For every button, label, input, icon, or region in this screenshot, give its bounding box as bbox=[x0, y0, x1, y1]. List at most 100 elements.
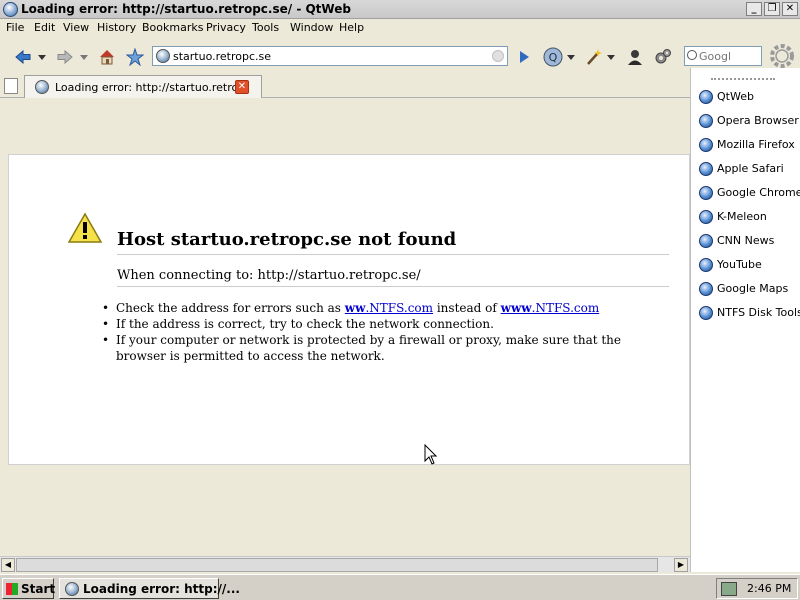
bookmark-safari[interactable]: Apple Safari bbox=[699, 160, 799, 178]
gear-icon[interactable] bbox=[769, 43, 795, 69]
network-tray-icon[interactable] bbox=[721, 582, 737, 596]
globe-icon bbox=[699, 210, 713, 224]
taskbar-item-qtweb[interactable]: Loading error: http://... bbox=[59, 578, 240, 599]
menu-tools[interactable]: Tools bbox=[252, 21, 279, 34]
bookmark-cnn[interactable]: CNN News bbox=[699, 232, 799, 250]
list-item: Check the address for errors such as ww.… bbox=[100, 300, 670, 316]
bookmark-firefox[interactable]: Mozilla Firefox bbox=[699, 136, 799, 154]
minimize-button[interactable]: _ bbox=[746, 2, 762, 16]
qtweb-app-icon bbox=[3, 2, 18, 17]
globe-icon bbox=[699, 186, 713, 200]
system-tray: 2:46 PM bbox=[716, 578, 798, 599]
tab-loading-error[interactable]: Loading error: http://startuo.retro... ✕ bbox=[24, 75, 262, 98]
bookmark-label: K-Meleon bbox=[717, 210, 767, 223]
link1-rest: .NTFS.com bbox=[365, 301, 434, 315]
globe-icon bbox=[699, 138, 713, 152]
link2-rest: .NTFS.com bbox=[531, 301, 600, 315]
menu-view[interactable]: View bbox=[63, 21, 89, 34]
globe-icon bbox=[699, 282, 713, 296]
link1-bold: ww bbox=[344, 301, 366, 315]
back-dropdown-icon[interactable] bbox=[36, 48, 48, 66]
link2-bold: www bbox=[500, 301, 532, 315]
forward-arrow-icon[interactable] bbox=[56, 48, 74, 66]
correct-example-link[interactable]: www.NTFS.com bbox=[501, 301, 600, 315]
bookmark-label: Google Maps bbox=[717, 282, 789, 295]
menu-bookmarks[interactable]: Bookmarks bbox=[142, 21, 203, 34]
bookmark-label: Apple Safari bbox=[717, 162, 784, 175]
bookmark-label: QtWeb bbox=[717, 90, 754, 103]
search-icon bbox=[687, 50, 697, 60]
panel-grip[interactable] bbox=[711, 78, 775, 80]
stop-loading-icon[interactable] bbox=[492, 50, 504, 62]
qtweb-menu-icon[interactable]: Q bbox=[543, 47, 563, 67]
taskbar: Start Loading error: http://... 2:46 PM bbox=[0, 574, 800, 600]
qtweb-dropdown-icon[interactable] bbox=[565, 48, 577, 66]
bookmark-qtweb[interactable]: QtWeb bbox=[699, 88, 799, 106]
error-title: Host startuo.retropc.se not found bbox=[117, 229, 669, 255]
bookmark-youtube[interactable]: YouTube bbox=[699, 256, 799, 274]
windows-logo-icon bbox=[6, 583, 18, 595]
bookmark-label: CNN News bbox=[717, 234, 775, 247]
bookmark-opera[interactable]: Opera Browser bbox=[699, 112, 799, 130]
globe-icon bbox=[699, 306, 713, 320]
bookmark-label: NTFS Disk Tools bbox=[717, 306, 800, 319]
go-arrow-icon[interactable] bbox=[515, 48, 533, 66]
bookmark-label: Mozilla Firefox bbox=[717, 138, 795, 151]
menu-edit[interactable]: Edit bbox=[34, 21, 55, 34]
scroll-left-icon[interactable]: ◀ bbox=[1, 558, 15, 572]
bullet1-middle: instead of bbox=[433, 301, 501, 315]
menu-file[interactable]: File bbox=[6, 21, 24, 34]
home-icon[interactable] bbox=[98, 48, 116, 66]
maximize-button[interactable]: ❐ bbox=[764, 2, 780, 16]
start-label: Start bbox=[21, 582, 56, 596]
error-subtitle: When connecting to: http://startuo.retro… bbox=[117, 268, 669, 287]
bookmark-google-maps[interactable]: Google Maps bbox=[699, 280, 799, 298]
address-bar[interactable] bbox=[152, 46, 508, 66]
private-user-icon[interactable] bbox=[626, 48, 644, 66]
tab-close-icon[interactable]: ✕ bbox=[235, 80, 249, 94]
bookmark-label: Google Chrome bbox=[717, 186, 800, 199]
svg-text:Q: Q bbox=[549, 51, 558, 64]
tab-globe-icon bbox=[35, 80, 49, 94]
menu-history[interactable]: History bbox=[97, 21, 136, 34]
scroll-thumb[interactable] bbox=[16, 558, 658, 572]
error-suggestions: Check the address for errors such as ww.… bbox=[100, 300, 670, 364]
tab-bar: Loading error: http://startuo.retro... ✕ bbox=[0, 74, 690, 98]
globe-icon bbox=[699, 90, 713, 104]
magic-wand-icon[interactable] bbox=[585, 48, 603, 66]
bookmarks-panel: QtWeb Opera Browser Mozilla Firefox Appl… bbox=[690, 68, 800, 572]
bookmark-label: Opera Browser bbox=[717, 114, 799, 127]
bookmark-chrome[interactable]: Google Chrome bbox=[699, 184, 800, 202]
mouse-cursor-icon bbox=[424, 444, 438, 465]
menu-bar: File Edit View History Bookmarks Privacy… bbox=[0, 19, 800, 38]
wand-dropdown-icon[interactable] bbox=[605, 48, 617, 66]
warning-icon bbox=[68, 212, 102, 243]
close-button[interactable]: ✕ bbox=[782, 2, 798, 16]
bullet1-prefix: Check the address for errors such as bbox=[116, 301, 345, 315]
back-arrow-icon[interactable] bbox=[14, 48, 32, 66]
menu-privacy[interactable]: Privacy bbox=[206, 21, 246, 34]
menu-window[interactable]: Window bbox=[290, 21, 333, 34]
url-input[interactable] bbox=[173, 48, 483, 64]
bookmark-ntfs-disk-tools[interactable]: NTFS Disk Tools bbox=[699, 304, 800, 322]
horizontal-scrollbar[interactable]: ◀ ▶ bbox=[0, 556, 690, 572]
globe-icon bbox=[699, 234, 713, 248]
start-button[interactable]: Start bbox=[2, 578, 56, 599]
search-input[interactable] bbox=[699, 49, 759, 63]
task-label: Loading error: http://... bbox=[83, 582, 240, 596]
new-tab-icon[interactable] bbox=[4, 78, 18, 94]
forward-dropdown-icon[interactable] bbox=[78, 48, 90, 66]
bookmark-k-meleon[interactable]: K-Meleon bbox=[699, 208, 799, 226]
typo-example-link[interactable]: ww.NTFS.com bbox=[345, 301, 433, 315]
scroll-right-icon[interactable]: ▶ bbox=[674, 558, 688, 572]
globe-icon bbox=[699, 114, 713, 128]
bookmark-star-icon[interactable] bbox=[126, 48, 144, 66]
menu-help[interactable]: Help bbox=[339, 21, 364, 34]
clock[interactable]: 2:46 PM bbox=[747, 582, 791, 595]
window-title: Loading error: http://startuo.retropc.se… bbox=[21, 2, 351, 16]
globe-icon bbox=[699, 258, 713, 272]
bookmark-label: YouTube bbox=[717, 258, 762, 271]
search-box[interactable] bbox=[684, 46, 762, 66]
settings-gears-icon[interactable] bbox=[654, 48, 672, 66]
list-item: If your computer or network is protected… bbox=[100, 332, 670, 364]
